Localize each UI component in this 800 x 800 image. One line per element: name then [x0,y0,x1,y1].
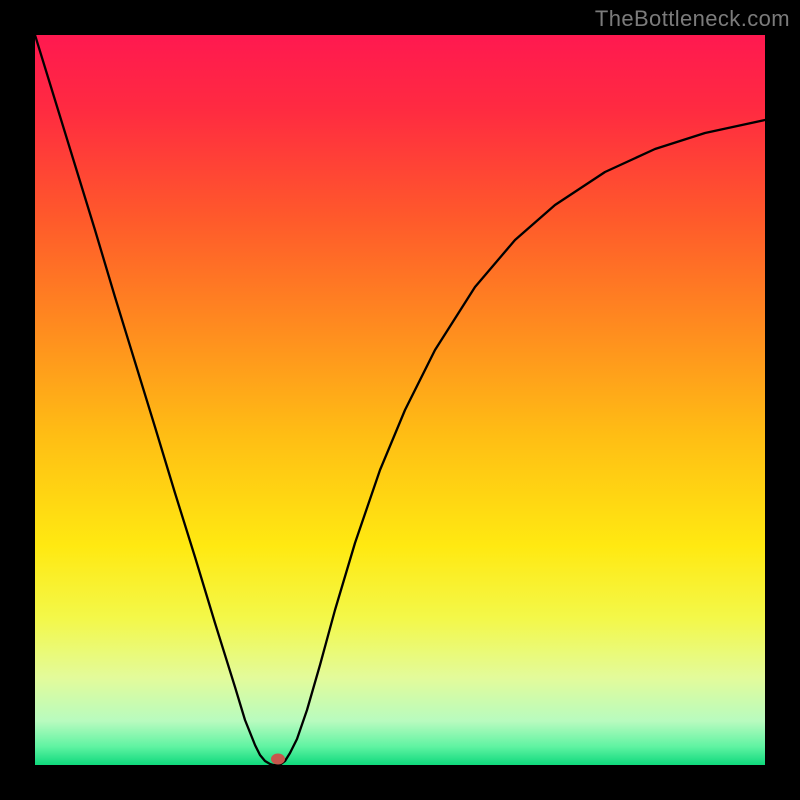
optimal-point-marker [271,754,285,765]
attribution-text: TheBottleneck.com [595,6,790,32]
chart-frame: TheBottleneck.com [0,0,800,800]
plot-area [35,35,765,765]
gradient-background [35,35,765,765]
